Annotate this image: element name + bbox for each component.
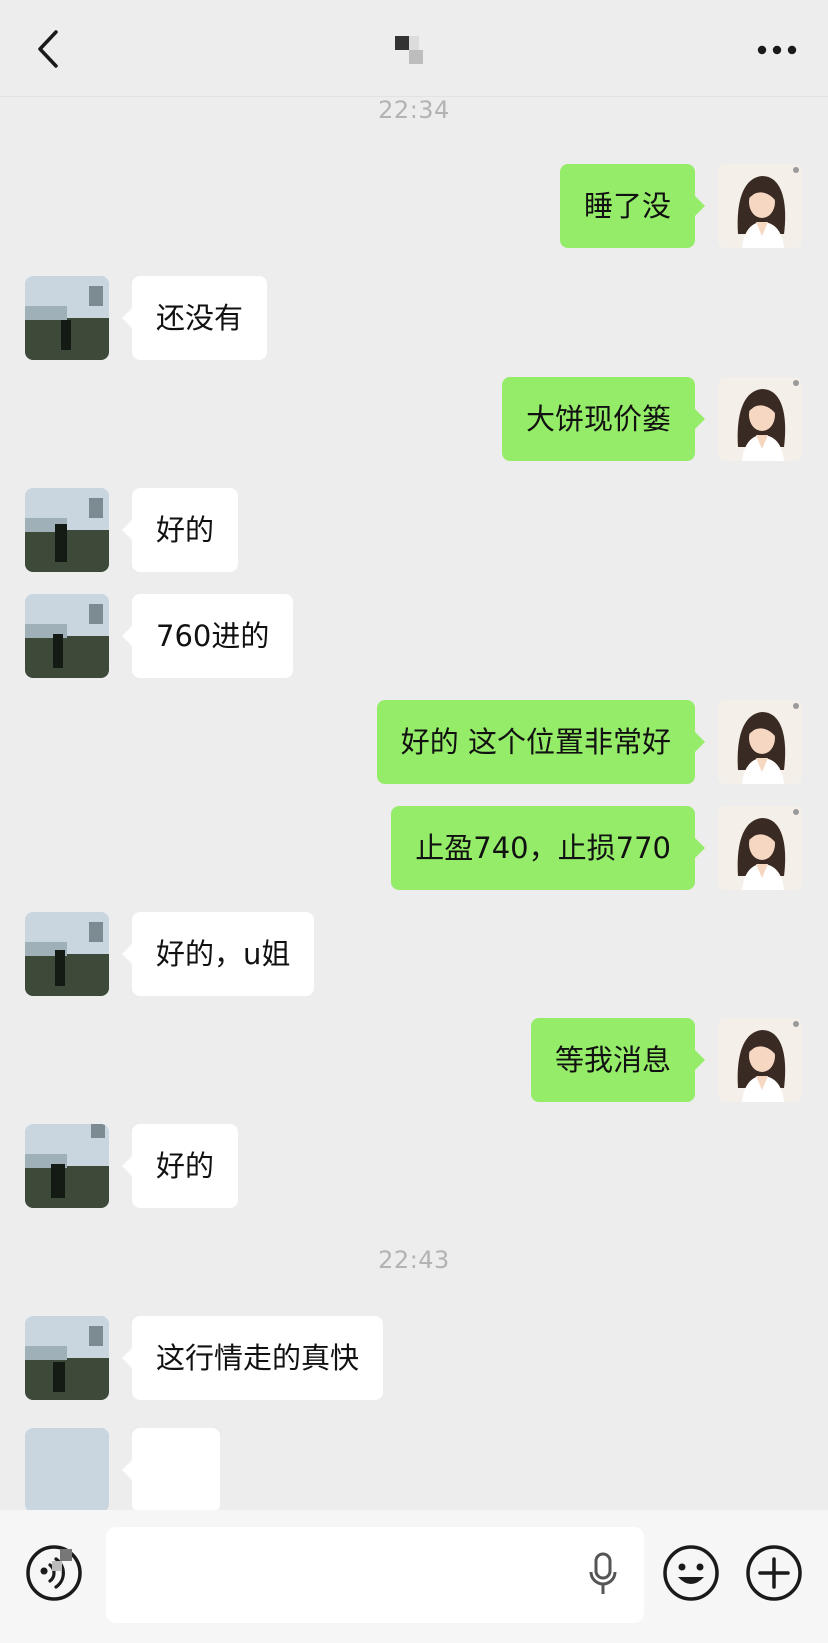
message-bubble[interactable]: 还没有 — [121, 276, 268, 360]
timestamp: 22:34 — [378, 96, 450, 124]
message-incoming: 好的 — [0, 1124, 828, 1208]
microphone-glyph — [589, 1552, 617, 1594]
message-outgoing: 睡了没 — [0, 164, 828, 248]
more-options-button[interactable] — [752, 30, 802, 70]
avatar-contact[interactable] — [25, 912, 109, 996]
message-incoming: 这行情走的真快 — [0, 1316, 828, 1400]
avatar-illustration — [718, 377, 802, 461]
message-bubble[interactable]: 好的 — [121, 488, 239, 572]
message-bubble[interactable]: 大饼现价篓 — [501, 377, 706, 461]
message-input[interactable] — [106, 1527, 644, 1623]
voice-mode-button[interactable] — [24, 1543, 84, 1603]
avatar-self[interactable] — [718, 164, 802, 248]
emoji-button[interactable] — [661, 1543, 721, 1603]
message-outgoing: 好的 这个位置非常好 — [0, 700, 828, 784]
message-bubble[interactable]: 这行情走的真快 — [121, 1316, 384, 1400]
avatar-landscape-mosaic — [25, 1428, 109, 1510]
avatar-contact[interactable] — [25, 1428, 109, 1510]
more-functions-button[interactable] — [744, 1543, 804, 1603]
avatar-illustration — [718, 1018, 802, 1102]
more-horizontal-icon — [757, 45, 797, 55]
avatar-landscape-mosaic — [25, 594, 109, 678]
chat-header — [0, 0, 828, 97]
back-button[interactable] — [30, 24, 74, 74]
message-incoming: 好的，u姐 — [0, 912, 828, 996]
message-bubble[interactable]: 好的，u姐 — [121, 912, 315, 996]
avatar-self[interactable] — [718, 700, 802, 784]
voice-mode-icon — [26, 1545, 82, 1601]
microphone-icon[interactable] — [588, 1550, 618, 1600]
message-incoming-partial — [0, 1428, 828, 1510]
message-bubble[interactable]: 好的 这个位置非常好 — [376, 700, 706, 784]
plus-circle-icon — [746, 1545, 802, 1601]
message-bubble[interactable]: 等我消息 — [530, 1018, 706, 1102]
avatar-illustration — [718, 164, 802, 248]
message-bubble[interactable] — [122, 1428, 220, 1510]
emoji-icon — [663, 1545, 719, 1601]
avatar-contact[interactable] — [25, 488, 109, 572]
chevron-left-icon — [38, 30, 58, 68]
message-bubble[interactable]: 好的 — [121, 1124, 239, 1208]
blurred-title-mosaic — [395, 36, 423, 64]
avatar-illustration — [718, 806, 802, 890]
message-outgoing: 大饼现价篓 — [0, 377, 828, 461]
message-list[interactable]: 22:34 睡了没 还没有 大饼现价篓 好的 760进的 好的 这个位置非常好 … — [0, 96, 828, 1510]
avatar-landscape-mosaic — [25, 488, 109, 572]
avatar-landscape-mosaic — [25, 1316, 109, 1400]
avatar-contact[interactable] — [25, 1124, 109, 1208]
message-bubble[interactable]: 睡了没 — [559, 164, 706, 248]
composer-bar — [0, 1510, 828, 1643]
avatar-landscape-mosaic — [25, 912, 109, 996]
message-bubble[interactable]: 760进的 — [121, 594, 294, 678]
avatar-contact[interactable] — [25, 276, 109, 360]
avatar-landscape-mosaic — [25, 1124, 109, 1208]
avatar-self[interactable] — [718, 1018, 802, 1102]
message-incoming: 好的 — [0, 488, 828, 572]
message-outgoing: 止盈740，止损770 — [0, 806, 828, 890]
message-incoming: 760进的 — [0, 594, 828, 678]
avatar-landscape-mosaic — [25, 276, 109, 360]
message-bubble[interactable]: 止盈740，止损770 — [391, 806, 705, 890]
message-outgoing: 等我消息 — [0, 1018, 828, 1102]
avatar-illustration — [718, 700, 802, 784]
avatar-self[interactable] — [718, 806, 802, 890]
avatar-self[interactable] — [718, 377, 802, 461]
message-incoming: 还没有 — [0, 276, 828, 360]
avatar-contact[interactable] — [25, 1316, 109, 1400]
timestamp: 22:43 — [378, 1246, 450, 1274]
avatar-contact[interactable] — [25, 594, 109, 678]
chat-title — [395, 36, 445, 70]
